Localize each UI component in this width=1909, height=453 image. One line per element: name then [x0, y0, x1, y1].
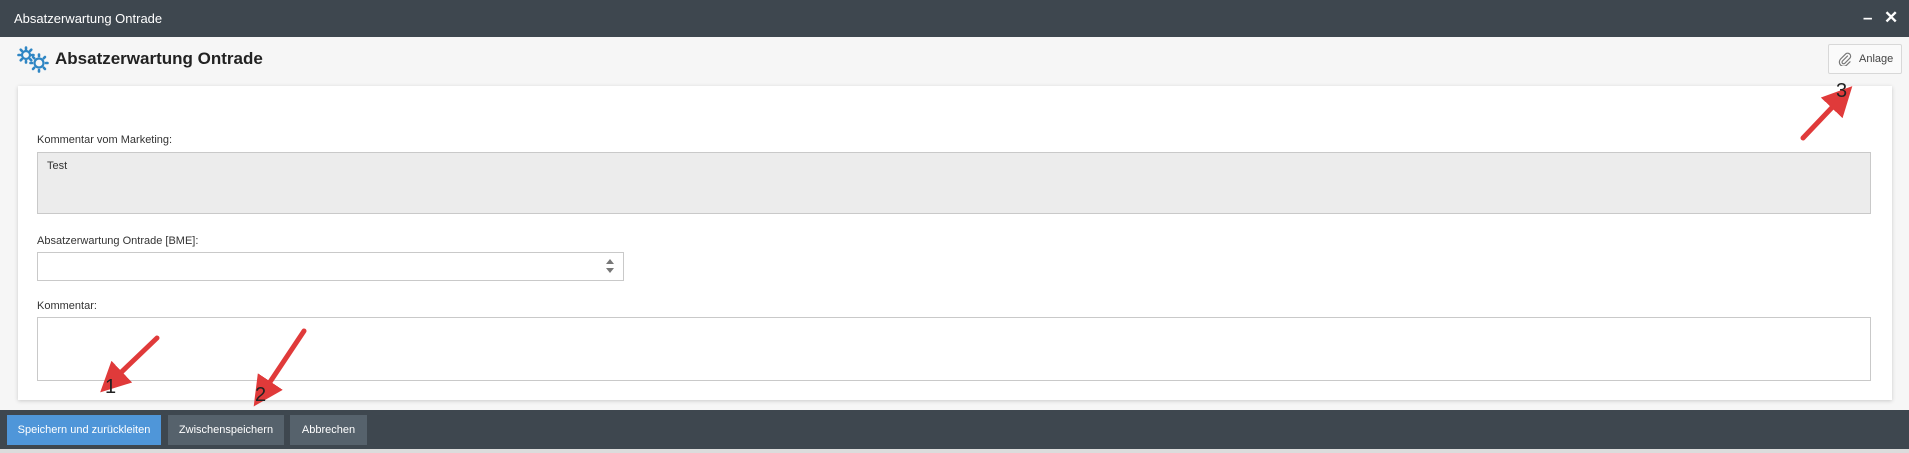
- expectation-label: Absatzerwartung Ontrade [BME]:: [37, 235, 199, 247]
- dialog-header: Absatzerwartung Ontrade Anlage: [0, 37, 1909, 85]
- marketing-comment-label: Kommentar vom Marketing:: [37, 134, 173, 146]
- marketing-comment-field: Test: [37, 152, 1871, 214]
- paperclip-icon: [1838, 52, 1852, 66]
- save-and-forward-button[interactable]: Speichern und zurückleiten: [7, 415, 161, 445]
- cancel-button[interactable]: Abbrechen: [290, 415, 367, 445]
- spin-down-icon[interactable]: [606, 268, 614, 273]
- attachment-button-label: Anlage: [1859, 53, 1894, 65]
- intermediate-save-button[interactable]: Zwischenspeichern: [168, 415, 284, 445]
- bottom-border: [0, 449, 1909, 453]
- close-icon[interactable]: ✕: [1884, 8, 1898, 28]
- dialog-title: Absatzerwartung Ontrade: [55, 49, 263, 68]
- gears-icon: [17, 46, 49, 73]
- minimize-icon[interactable]: –: [1863, 8, 1872, 28]
- spin-up-icon[interactable]: [606, 259, 614, 264]
- number-spinner[interactable]: [605, 258, 615, 276]
- comment-label: Kommentar:: [37, 300, 97, 312]
- expectation-number-input[interactable]: [37, 252, 624, 281]
- window-titlebar: Absatzerwartung Ontrade – ✕: [0, 0, 1909, 37]
- comment-textarea[interactable]: [37, 317, 1871, 381]
- window-title: Absatzerwartung Ontrade: [14, 11, 163, 26]
- attachment-button[interactable]: Anlage: [1828, 44, 1902, 74]
- dialog-footer: Speichern und zurückleiten Zwischenspeic…: [0, 410, 1909, 453]
